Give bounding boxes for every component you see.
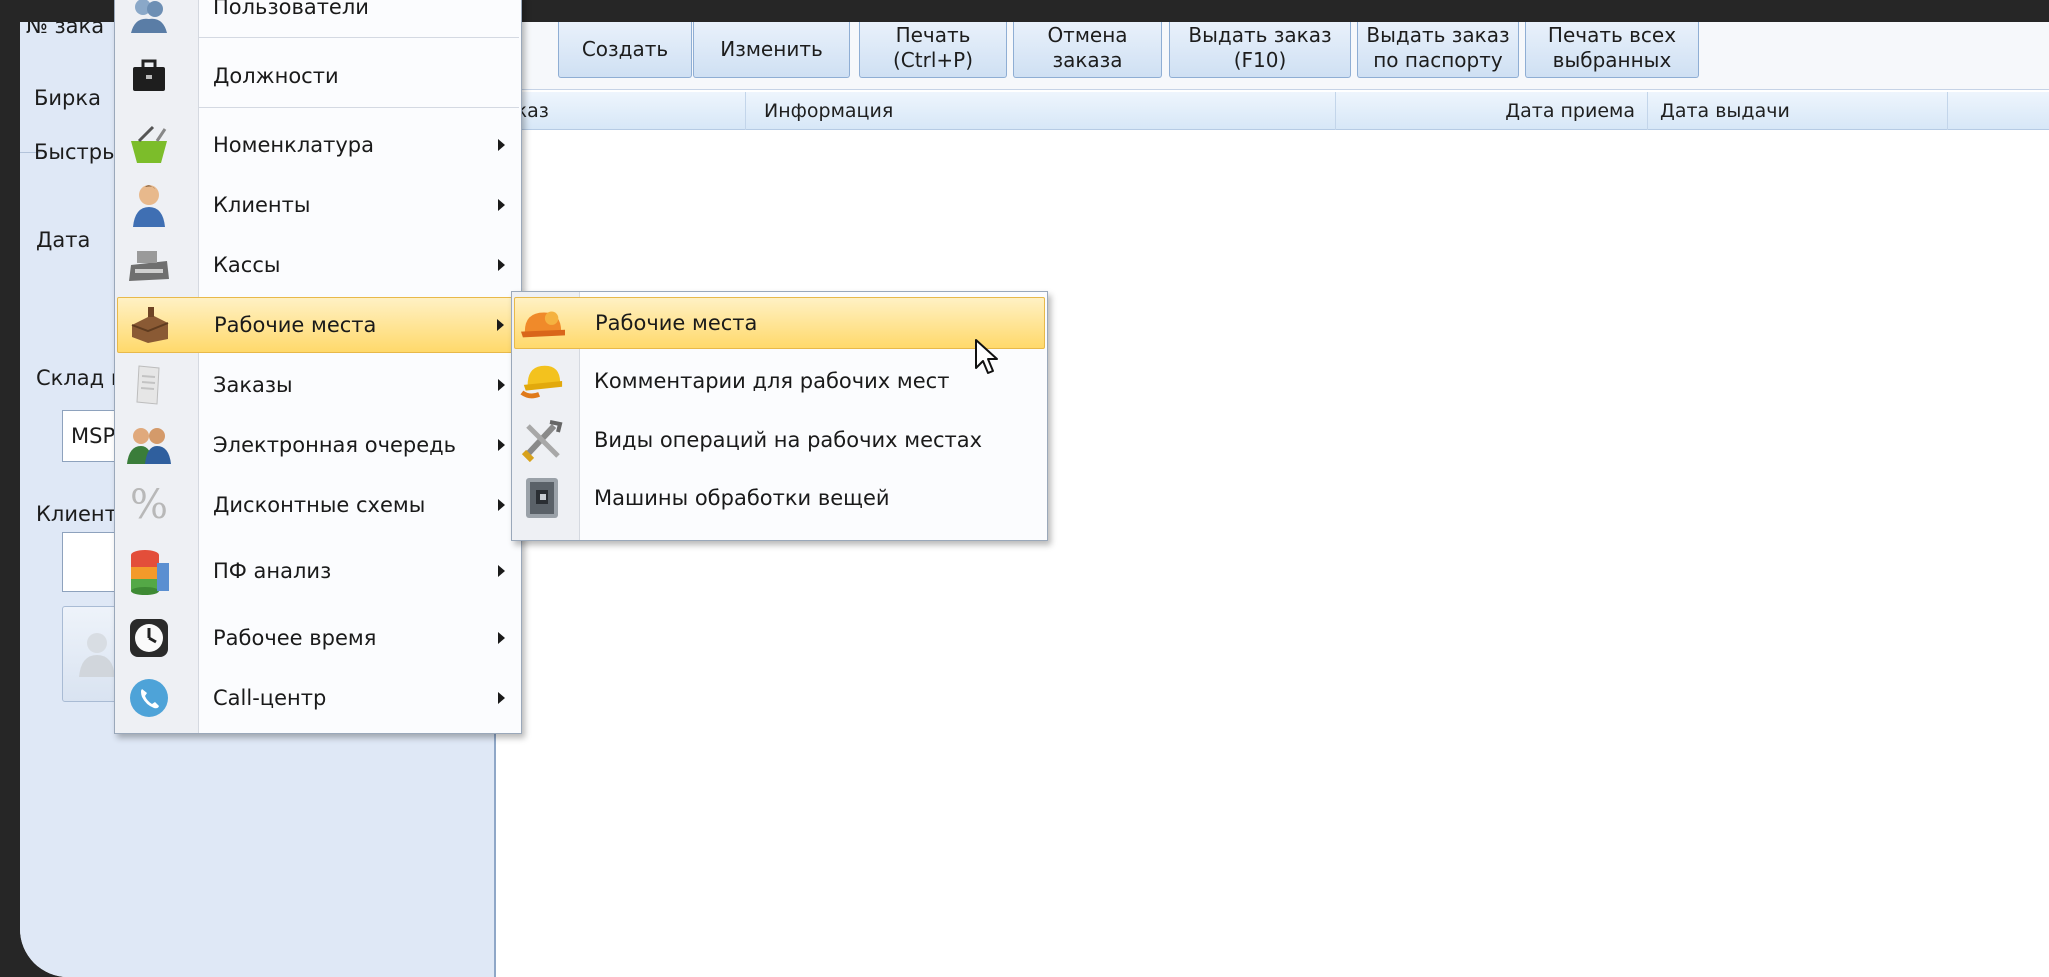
grid-header: аказ Информация Дата приема Дата выдачи bbox=[496, 92, 2049, 130]
submenu-item-workplace-comments[interactable]: Комментарии для рабочих мест bbox=[514, 355, 1045, 407]
cancel-order-button[interactable]: Отмена заказа bbox=[1013, 22, 1162, 78]
hardhat-icon bbox=[521, 301, 565, 345]
warehouse-label: Склад п bbox=[36, 366, 125, 390]
client-icon bbox=[127, 183, 171, 227]
basket-icon bbox=[127, 123, 171, 167]
order-number-label: № зака bbox=[26, 22, 105, 38]
submenu-arrow-icon bbox=[498, 439, 505, 451]
cash-register-icon bbox=[127, 243, 171, 287]
issue-order-button[interactable]: Выдать заказ (F10) bbox=[1169, 22, 1351, 78]
print-all-selected-button[interactable]: Печать всех выбранных bbox=[1525, 22, 1699, 78]
machine-icon bbox=[520, 476, 564, 520]
submenu-arrow-icon bbox=[498, 379, 505, 391]
document-icon bbox=[127, 363, 171, 407]
mouse-cursor-icon bbox=[975, 339, 998, 374]
briefcase-icon bbox=[127, 54, 171, 98]
column-info[interactable]: Информация bbox=[746, 92, 1336, 130]
tools-icon bbox=[520, 418, 564, 462]
edit-button[interactable]: Изменить bbox=[693, 22, 850, 78]
phone-icon bbox=[127, 676, 171, 720]
submenu-item-operation-types[interactable]: Виды операций на рабочих местах bbox=[514, 414, 1045, 466]
print-button[interactable]: Печать (Ctrl+P) bbox=[859, 22, 1007, 78]
submenu-item-processing-machines[interactable]: Машины обработки вещей bbox=[514, 472, 1045, 524]
menu-item-users[interactable]: Пользователи bbox=[117, 0, 519, 37]
menu-item-work-time[interactable]: Рабочее время bbox=[117, 609, 519, 667]
workplaces-submenu: Рабочие места Комментарии для рабочих ме… bbox=[511, 291, 1048, 541]
client-avatar-icon bbox=[79, 633, 115, 677]
menu-item-discount-schemes[interactable]: % Дисконтные схемы bbox=[117, 477, 519, 533]
clock-icon bbox=[127, 616, 171, 660]
column-issued-date[interactable]: Дата выдачи bbox=[1648, 92, 1948, 130]
orders-grid[interactable] bbox=[496, 130, 2049, 977]
create-button[interactable]: Создать bbox=[558, 22, 692, 78]
submenu-arrow-icon bbox=[498, 259, 505, 271]
database-chart-icon bbox=[127, 549, 171, 595]
column-order[interactable]: аказ bbox=[496, 92, 746, 130]
submenu-item-workplaces[interactable]: Рабочие места bbox=[514, 297, 1045, 349]
column-received-date[interactable]: Дата приема bbox=[1336, 92, 1648, 130]
submenu-arrow-icon bbox=[498, 499, 505, 511]
percent-icon: % bbox=[129, 482, 168, 528]
submenu-arrow-icon bbox=[498, 565, 505, 577]
menu-item-orders[interactable]: Заказы bbox=[117, 357, 519, 413]
menu-item-pf-analysis[interactable]: ПФ анализ bbox=[117, 541, 519, 601]
date-label: Дата bbox=[36, 228, 91, 252]
submenu-arrow-icon bbox=[498, 199, 505, 211]
quick-search-label: Быстры bbox=[34, 140, 119, 164]
submenu-arrow-icon bbox=[497, 319, 504, 331]
hardhat-yellow-icon bbox=[520, 359, 564, 403]
tag-label: Бирка bbox=[34, 86, 101, 110]
main-context-menu: Пользователи Должности Номенклатура Клие… bbox=[114, 0, 522, 734]
workplace-icon bbox=[128, 303, 172, 347]
client-label: Клиент bbox=[36, 502, 117, 526]
queue-people-icon bbox=[127, 423, 171, 467]
issue-by-passport-button[interactable]: Выдать заказ по паспорту bbox=[1357, 22, 1519, 78]
menu-item-call-center[interactable]: Call-центр bbox=[117, 669, 519, 727]
toolbar: Создать Изменить Печать (Ctrl+P) Отмена … bbox=[496, 22, 2049, 90]
menu-item-workplaces[interactable]: Рабочие места bbox=[117, 297, 519, 353]
menu-item-electronic-queue[interactable]: Электронная очередь bbox=[117, 417, 519, 473]
submenu-arrow-icon bbox=[498, 139, 505, 151]
menu-item-positions[interactable]: Должности bbox=[117, 51, 519, 101]
menu-item-clients[interactable]: Клиенты bbox=[117, 177, 519, 233]
menu-item-cash-registers[interactable]: Кассы bbox=[117, 237, 519, 293]
users-icon bbox=[127, 0, 171, 37]
submenu-arrow-icon bbox=[498, 632, 505, 644]
menu-item-nomenclature[interactable]: Номенклатура bbox=[117, 117, 519, 173]
submenu-arrow-icon bbox=[498, 692, 505, 704]
